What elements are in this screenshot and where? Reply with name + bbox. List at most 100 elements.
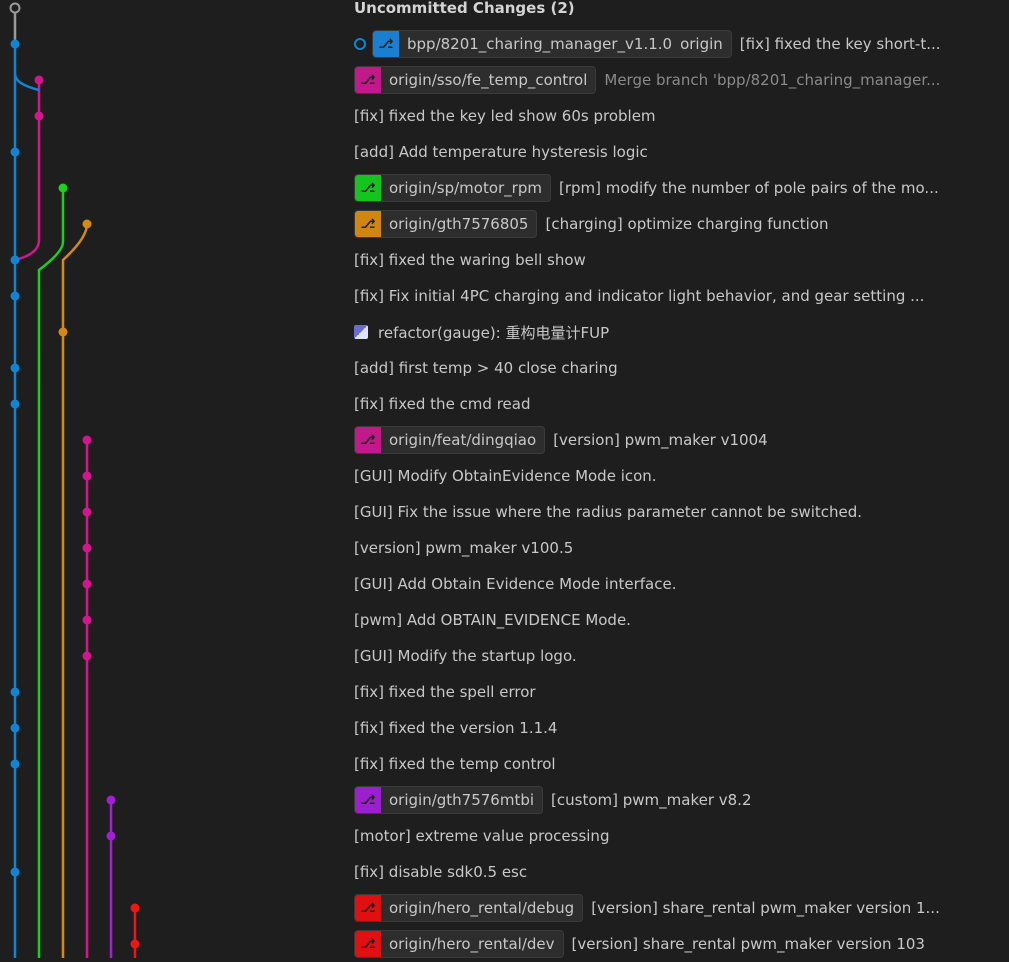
commit-node-icon — [106, 831, 116, 841]
commit-row[interactable]: ⎇ origin/feat/dingqiao [version] pwm_maker… — [354, 422, 1009, 458]
branch-icon: ⎇ — [373, 31, 399, 57]
commit-message: [fix] fixed the spell error — [354, 683, 536, 701]
head-indicator-icon — [354, 38, 366, 50]
commit-node-icon — [10, 291, 20, 301]
branch-ref-label: bpp/8201_charing_manager_v1.1.0 — [407, 35, 673, 53]
commit-node-icon — [34, 111, 44, 121]
commit-node-icon — [10, 867, 20, 877]
commit-row[interactable]: [pwm] Add OBTAIN_EVIDENCE Mode. — [354, 602, 1009, 638]
commit-node-icon — [10, 399, 20, 409]
commit-row[interactable]: [fix] fixed the temp control — [354, 746, 1009, 782]
commit-message: [add] first temp > 40 close charing — [354, 359, 618, 377]
commit-row[interactable]: [fix] fixed the key led show 60s problem — [354, 98, 1009, 134]
commit-message: [fix] fixed the temp control — [354, 755, 556, 773]
commit-message: [GUI] Fix the issue where the radius par… — [354, 503, 863, 521]
commit-row[interactable]: ⎇ origin/sso/fe_temp_control Merge branch … — [354, 62, 1009, 98]
branch-ref-badge[interactable]: ⎇ origin/hero_rental/dev — [354, 930, 564, 958]
commit-row[interactable]: [GUI] Modify the startup logo. — [354, 638, 1009, 674]
commit-node-icon — [82, 651, 92, 661]
commit-message: [version] share_rental pwm_maker version… — [571, 935, 925, 953]
commit-node-icon — [34, 75, 44, 85]
commit-node-icon — [10, 39, 20, 49]
author-avatar-icon — [354, 325, 368, 339]
branch-ref-label: origin/sp/motor_rpm — [389, 179, 542, 197]
commit-node-icon — [82, 435, 92, 445]
commit-node-icon — [82, 615, 92, 625]
commit-row[interactable]: ⎇ origin/hero_rental/dev [version] share_r… — [354, 926, 1009, 962]
commit-row[interactable]: [fix] fixed the version 1.1.4 — [354, 710, 1009, 746]
branch-icon: ⎇ — [355, 67, 381, 93]
commit-message: [pwm] Add OBTAIN_EVIDENCE Mode. — [354, 611, 631, 629]
commit-message: [charging] optimize charging function — [545, 215, 829, 233]
commit-message: [fix] fixed the version 1.1.4 — [354, 719, 558, 737]
commit-row[interactable]: [GUI] Modify ObtainEvidence Mode icon. — [354, 458, 1009, 494]
commit-node-icon — [106, 795, 116, 805]
commit-node-icon — [58, 327, 68, 337]
commit-node-icon — [82, 543, 92, 553]
commit-graph — [9, 2, 140, 958]
commit-row[interactable]: [fix] disable sdk0.5 esc — [354, 854, 1009, 890]
commit-row[interactable]: [version] pwm_maker v100.5 — [354, 530, 1009, 566]
branch-ref-label: origin/sso/fe_temp_control — [389, 71, 588, 89]
commit-message: [add] Add temperature hysteresis logic — [354, 143, 648, 161]
commit-row[interactable]: [add] Add temperature hysteresis logic — [354, 134, 1009, 170]
commit-row[interactable]: ⎇ origin/gth7576805 [charging] optimize ch… — [354, 206, 1009, 242]
commit-row[interactable]: ⎇ origin/sp/motor_rpm [rpm] modify the num… — [354, 170, 1009, 206]
commit-row[interactable]: [fix] fixed the spell error — [354, 674, 1009, 710]
commit-node-icon — [58, 183, 68, 193]
commit-message: [version] share_rental pwm_maker version… — [591, 899, 940, 917]
commit-row[interactable]: [fix] Fix initial 4PC charging and indic… — [354, 278, 1009, 314]
branch-ref-badge[interactable]: ⎇ origin/gth7576805 — [354, 210, 538, 238]
commit-row[interactable]: ⎇ origin/gth7576mtbi [custom] pwm_maker v8… — [354, 782, 1009, 818]
branch-ref-label: origin/hero_rental/debug — [389, 899, 575, 917]
graph-merge-curve — [14, 80, 41, 262]
commit-row[interactable]: [add] first temp > 40 close charing — [354, 350, 1009, 386]
commit-node-icon — [10, 147, 20, 157]
branch-ref-label: origin/feat/dingqiao — [389, 431, 537, 449]
commit-node-icon — [130, 903, 140, 913]
branch-ref-label: origin/hero_rental/dev — [389, 935, 555, 953]
branch-icon: ⎇ — [355, 787, 381, 813]
commit-message: [fix] fixed the key short-t... — [739, 35, 941, 53]
commit-node-icon — [10, 687, 20, 697]
branch-ref-badge[interactable]: ⎇ bpp/8201_charing_manager_v1.1.0 origin — [372, 30, 732, 58]
commit-row[interactable]: ⎇ origin/hero_rental/debug [version] share… — [354, 890, 1009, 926]
commit-message: [GUI] Modify ObtainEvidence Mode icon. — [354, 467, 657, 485]
commit-message: [rpm] modify the number of pole pairs of… — [558, 179, 939, 197]
branch-ref-badge[interactable]: ⎇ origin/feat/dingqiao — [354, 426, 546, 454]
commit-node-icon — [82, 579, 92, 589]
branch-ref-badge[interactable]: ⎇ origin/hero_rental/debug — [354, 894, 584, 922]
branch-ref-badge[interactable]: ⎇ origin/sso/fe_temp_control — [354, 66, 597, 94]
commit-row[interactable]: [motor] extreme value processing — [354, 818, 1009, 854]
commit-message: [fix] fixed the key led show 60s problem — [354, 107, 656, 125]
branch-ref-label: origin/gth7576805 — [389, 215, 529, 233]
commit-node-icon — [82, 507, 92, 517]
uncommitted-changes-label: Uncommitted Changes (2) — [354, 0, 575, 17]
commit-message: refactor(gauge): 重构电量计FUP — [378, 323, 610, 342]
commit-row[interactable]: ⎇ bpp/8201_charing_manager_v1.1.0 origin [f… — [354, 26, 1009, 62]
commit-message: Merge branch 'bpp/8201_charing_manager..… — [604, 71, 941, 89]
branch-ref-badge[interactable]: ⎇ origin/gth7576mtbi — [354, 786, 544, 814]
branch-ref-badge[interactable]: ⎇ origin/sp/motor_rpm — [354, 174, 551, 202]
uncommitted-changes-row[interactable]: Uncommitted Changes (2) — [354, 0, 1009, 26]
commit-message: [version] pwm_maker v1004 — [553, 431, 768, 449]
commit-row[interactable]: [GUI] Fix the issue where the radius par… — [354, 494, 1009, 530]
commit-message: [fix] disable sdk0.5 esc — [354, 863, 528, 881]
commit-message: [GUI] Add Obtain Evidence Mode interface… — [354, 575, 677, 593]
commit-message: [fix] fixed the waring bell show — [354, 251, 586, 269]
commit-row[interactable]: [fix] fixed the waring bell show — [354, 242, 1009, 278]
commit-row[interactable]: [fix] fixed the cmd read — [354, 386, 1009, 422]
commit-node-icon — [10, 255, 20, 265]
branch-ref-label: origin/gth7576mtbi — [389, 791, 535, 809]
uncommitted-node-icon — [9, 2, 21, 14]
commit-row[interactable]: [GUI] Add Obtain Evidence Mode interface… — [354, 566, 1009, 602]
commit-node-icon — [10, 363, 20, 373]
branch-icon: ⎇ — [355, 427, 381, 453]
commit-message: [custom] pwm_maker v8.2 — [551, 791, 752, 809]
commit-row[interactable]: refactor(gauge): 重构电量计FUP — [354, 314, 1009, 350]
commit-message: [fix] fixed the cmd read — [354, 395, 531, 413]
branch-icon: ⎇ — [355, 175, 381, 201]
commit-node-icon — [82, 471, 92, 481]
branch-icon: ⎇ — [355, 211, 381, 237]
commit-node-icon — [10, 759, 20, 769]
